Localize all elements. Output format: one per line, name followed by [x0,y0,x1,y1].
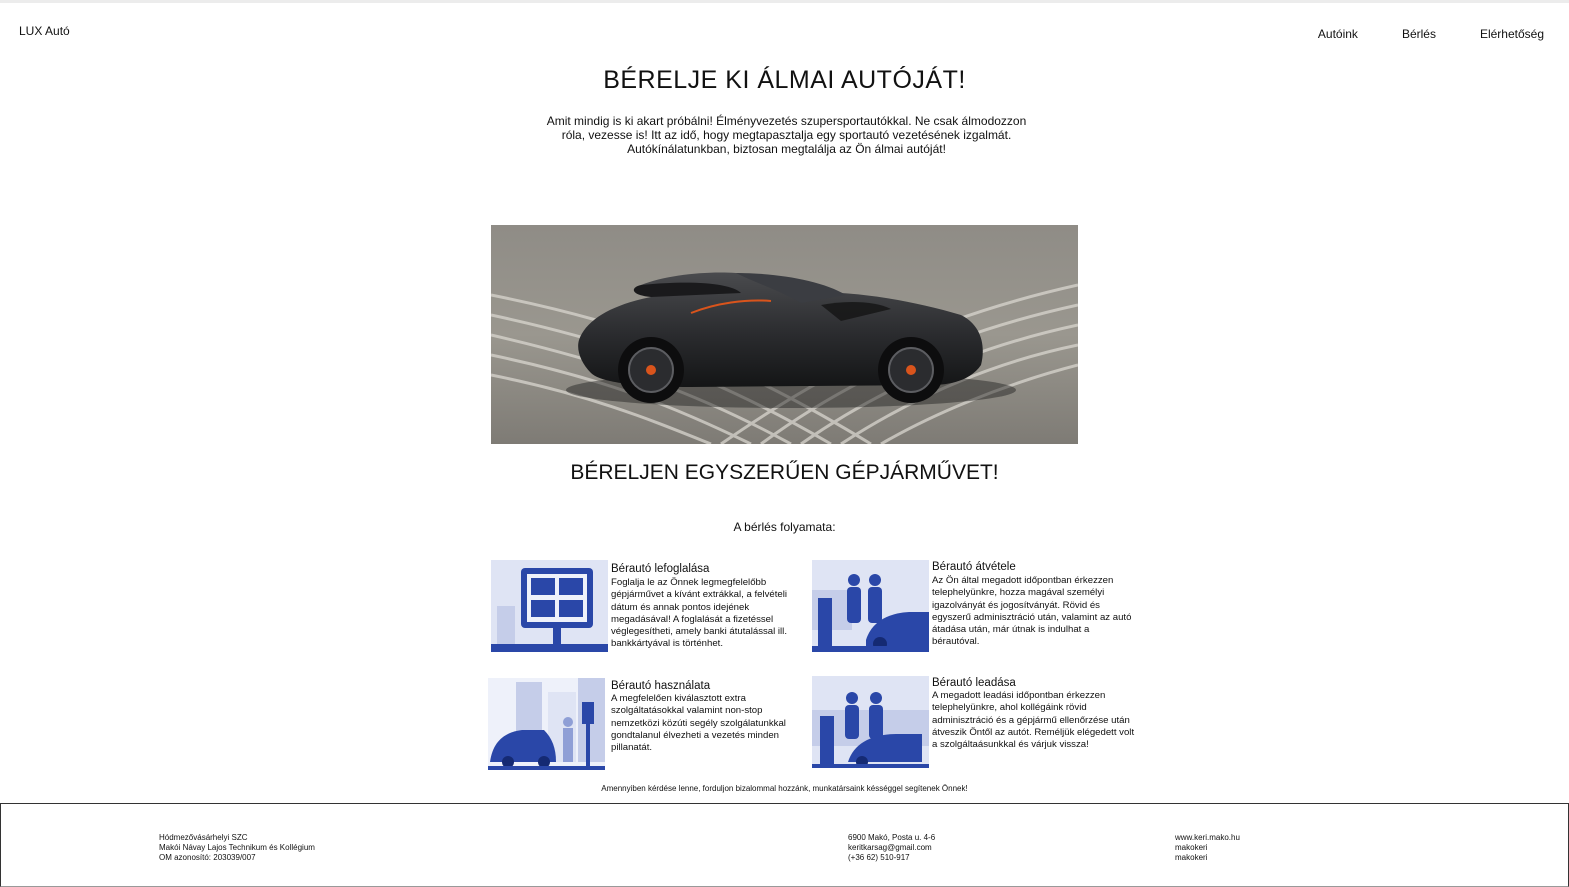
process-label: A bérlés folyamata: [733,520,836,534]
step-pickup: Bérautó átvétele Az Ön által megadott id… [812,560,1142,655]
step-title: Bérautó leadása [932,677,1016,689]
hero-description: Amit mindig is ki akart próbálni! Élmény… [546,114,1027,156]
footer-social-link[interactable]: makokeri [1175,853,1240,863]
footer-phone: (+36 62) 510-917 [848,853,910,862]
footer-email-link[interactable]: keritkarsag@gmail.com [848,843,935,853]
booking-screen-icon [491,560,608,652]
top-border [0,0,1569,3]
footer-institution: Makói Návay Lajos Technikum és Kollégium [159,843,315,852]
step-description: A megadott leadási időpontban érkezzen t… [932,690,1135,751]
main-nav: Autóink Bérlés Elérhetőség [1274,27,1544,41]
step-booking: Bérautó lefoglalása Foglalja le az Önnek… [491,560,821,655]
city-driving-icon [488,678,605,770]
car-handover-icon [812,560,929,652]
car-return-icon [812,676,929,768]
step-return: Bérautó leadása A megadott leadási időpo… [812,676,1142,771]
footer-contact: 6900 Makó, Posta u. 4-6 keritkarsag@gmai… [848,833,935,863]
step-title: Bérautó lefoglalása [611,563,710,575]
page-footer: Hódmezővásárhelyi SZC Makói Návay Lajos … [0,803,1569,887]
footer-address: 6900 Makó, Posta u. 4-6 [848,833,936,842]
nav-link-berles[interactable]: Bérlés [1402,27,1436,41]
step-title: Bérautó átvétele [932,561,1016,573]
brand-logo-link[interactable]: LUX Autó [19,24,70,38]
step-title: Bérautó használata [611,680,711,692]
hero-title: BÉRELJE KI ÁLMAI AUTÓJÁT! [603,66,966,94]
footer-om-id: OM azonosító: 203039/007 [159,853,256,862]
rental-section-title: BÉRELJEN EGYSZERŰEN GÉPJÁRMŰVET! [570,461,999,484]
step-description: Foglalja le az Önnek legmegfelelőbb gépj… [611,577,787,650]
footer-web: www.keri.mako.hu makokeri makokeri [1175,833,1240,863]
footer-school-info: Hódmezővásárhelyi SZC Makói Návay Lajos … [159,833,315,863]
nav-link-elerhetoseg[interactable]: Elérhetőség [1480,27,1544,41]
footer-social-link[interactable]: makokeri [1175,843,1240,853]
step-description: A megfelelően kiválasztott extra szolgál… [611,693,786,754]
footer-school-name: Hódmezővásárhelyi SZC [159,833,248,842]
contact-footnote: Amennyiben kérdése lenne, forduljon biza… [601,784,968,793]
step-description: Az Ön által megadott időpontban érkezzen… [932,575,1132,648]
footer-website-link[interactable]: www.keri.mako.hu [1175,833,1240,843]
step-usage: Bérautó használata A megfelelően kiválas… [488,678,818,773]
nav-link-autoink[interactable]: Autóink [1318,27,1358,41]
hero-car-image [491,225,1078,444]
